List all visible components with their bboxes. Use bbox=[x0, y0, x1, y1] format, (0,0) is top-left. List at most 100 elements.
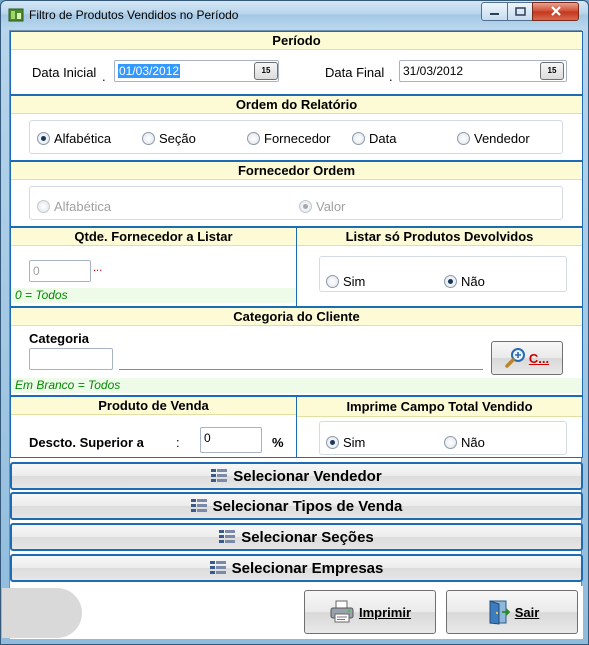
imprime-header: Imprime Campo Total Vendido bbox=[297, 397, 582, 417]
devolvidos-sim-label: Sim bbox=[343, 274, 366, 289]
radio-selected-icon bbox=[444, 275, 457, 288]
selecionar-empresas-button[interactable]: Selecionar Empresas bbox=[10, 554, 583, 582]
devolvidos-radio-group: Sim Não bbox=[319, 256, 567, 292]
status-decoration bbox=[2, 588, 82, 638]
close-icon bbox=[550, 6, 561, 16]
data-inicial-label: Data Inicial bbox=[32, 65, 97, 80]
radio-selected-icon bbox=[299, 200, 312, 213]
ordem-secao-radio[interactable]: Seção bbox=[142, 131, 196, 146]
radio-icon bbox=[326, 275, 339, 288]
close-button[interactable] bbox=[532, 2, 579, 21]
descto-label: Descto. Superior a bbox=[29, 435, 144, 450]
selecionar-empresas-label: Selecionar Empresas bbox=[231, 559, 384, 577]
app-icon bbox=[8, 8, 24, 22]
produto-panel: Produto de Venda Descto. Superior a : 0 … bbox=[10, 396, 297, 458]
categoria-label: Categoria bbox=[29, 331, 89, 346]
calendar-icon: 15 bbox=[261, 66, 271, 75]
ordem-fornecedor-label: Fornecedor bbox=[264, 131, 331, 146]
radio-icon bbox=[247, 132, 260, 145]
ordem-secao-label: Seção bbox=[159, 131, 196, 146]
imprime-sim-label: Sim bbox=[343, 435, 366, 450]
descto-value: 0 bbox=[204, 431, 211, 445]
fornecedor-valor-label: Valor bbox=[316, 199, 346, 214]
imprime-nao-radio[interactable]: Não bbox=[444, 435, 485, 450]
sair-button[interactable]: Sair bbox=[446, 590, 578, 634]
imprimir-label: Imprimir bbox=[358, 604, 411, 620]
magnifier-plus-icon bbox=[505, 348, 525, 368]
selecionar-tipos-button[interactable]: Selecionar Tipos de Venda bbox=[10, 492, 583, 520]
minimize-button[interactable] bbox=[481, 2, 508, 21]
imprime-radio-group: Sim Não bbox=[319, 421, 567, 455]
list-icon bbox=[209, 561, 226, 574]
data-inicial-value: 01/03/2012 bbox=[118, 64, 181, 78]
devolvidos-panel: Listar só Produtos Devolvidos Sim Não bbox=[296, 227, 583, 307]
ordem-header: Ordem do Relatório bbox=[11, 96, 582, 114]
devolvidos-nao-label: Não bbox=[461, 274, 485, 289]
qtde-panel: Qtde. Fornecedor a Listar 0 ... 0 = Todo… bbox=[10, 227, 297, 307]
exit-door-icon bbox=[489, 600, 510, 625]
data-final-value: 31/03/2012 bbox=[403, 64, 464, 78]
maximize-button[interactable] bbox=[507, 2, 533, 21]
data-inicial-dot: . bbox=[102, 69, 106, 84]
ordem-alfabetica-radio[interactable]: Alfabética bbox=[37, 131, 111, 146]
periodo-panel: Período Data Inicial . 01/03/2012 15 Dat… bbox=[10, 31, 583, 95]
devolvidos-nao-radio[interactable]: Não bbox=[444, 274, 485, 289]
categoria-description-line bbox=[119, 369, 483, 370]
data-final-label: Data Final bbox=[325, 65, 385, 80]
data-final-calendar-button[interactable]: 15 bbox=[540, 62, 564, 80]
categoria-hint: Em Branco = Todos bbox=[11, 378, 582, 393]
qtde-field[interactable]: 0 bbox=[29, 260, 91, 282]
selecionar-tipos-label: Selecionar Tipos de Venda bbox=[212, 497, 403, 515]
devolvidos-sim-radio[interactable]: Sim bbox=[326, 274, 365, 289]
categoria-code-field[interactable] bbox=[29, 348, 113, 370]
categoria-search-label: C... bbox=[528, 350, 550, 366]
list-icon bbox=[211, 469, 228, 482]
periodo-header: Período bbox=[11, 32, 582, 50]
data-final-dot: . bbox=[389, 69, 393, 84]
window-title: Filtro de Produtos Vendidos no Período bbox=[29, 8, 239, 22]
form-client-area: Período Data Inicial . 01/03/2012 15 Dat… bbox=[2, 30, 583, 639]
fornecedor-ordem-header: Fornecedor Ordem bbox=[11, 162, 582, 180]
ordem-vendedor-radio[interactable]: Vendedor bbox=[457, 131, 530, 146]
fornecedor-ordem-panel: Fornecedor Ordem Alfabética Valor bbox=[10, 161, 583, 227]
imprime-nao-label: Não bbox=[461, 435, 485, 450]
imprime-sim-radio[interactable]: Sim bbox=[326, 435, 365, 450]
title-bar[interactable]: Filtro de Produtos Vendidos no Período bbox=[1, 1, 588, 29]
categoria-header: Categoria do Cliente bbox=[11, 308, 582, 326]
ordem-radio-group: Alfabética Seção Fornecedor Data Vendedo… bbox=[29, 120, 563, 154]
fornecedor-valor-radio: Valor bbox=[299, 199, 345, 214]
ordem-data-label: Data bbox=[369, 131, 397, 146]
ordem-fornecedor-radio[interactable]: Fornecedor bbox=[247, 131, 330, 146]
app-window: Filtro de Produtos Vendidos no Período P… bbox=[0, 0, 589, 645]
selecionar-vendedor-button[interactable]: Selecionar Vendedor bbox=[10, 462, 583, 490]
qtde-value: 0 bbox=[33, 264, 40, 278]
ordem-vendedor-label: Vendedor bbox=[474, 131, 530, 146]
radio-icon bbox=[37, 200, 50, 213]
radio-icon bbox=[142, 132, 155, 145]
imprimir-button[interactable]: Imprimir bbox=[304, 590, 436, 634]
list-icon bbox=[190, 499, 207, 512]
maximize-icon bbox=[514, 7, 526, 16]
qtde-header: Qtde. Fornecedor a Listar bbox=[11, 228, 296, 246]
selecionar-vendedor-label: Selecionar Vendedor bbox=[233, 467, 382, 485]
radio-icon bbox=[457, 132, 470, 145]
radio-icon bbox=[352, 132, 365, 145]
minimize-icon bbox=[490, 13, 499, 15]
categoria-panel: Categoria do Cliente Categoria C... Em B… bbox=[10, 307, 583, 396]
produto-header: Produto de Venda bbox=[11, 397, 296, 415]
radio-selected-icon bbox=[37, 132, 50, 145]
categoria-search-button[interactable]: C... bbox=[491, 341, 563, 375]
fornecedor-alfabetica-radio: Alfabética bbox=[37, 199, 111, 214]
data-inicial-calendar-button[interactable]: 15 bbox=[254, 62, 278, 80]
qtde-hint: 0 = Todos bbox=[11, 288, 296, 303]
fornecedor-ordem-radio-group: Alfabética Valor bbox=[29, 186, 563, 220]
imprime-panel: Imprime Campo Total Vendido Sim Não bbox=[296, 396, 583, 458]
selecionar-secoes-button[interactable]: Selecionar Seções bbox=[10, 523, 583, 551]
selecionar-secoes-label: Selecionar Seções bbox=[241, 528, 374, 546]
printer-icon bbox=[330, 600, 354, 623]
descto-colon: : bbox=[176, 435, 180, 450]
ordem-data-radio[interactable]: Data bbox=[352, 131, 396, 146]
descto-field[interactable]: 0 bbox=[200, 427, 262, 453]
list-icon bbox=[219, 530, 236, 543]
fornecedor-alfabetica-label: Alfabética bbox=[54, 199, 112, 214]
